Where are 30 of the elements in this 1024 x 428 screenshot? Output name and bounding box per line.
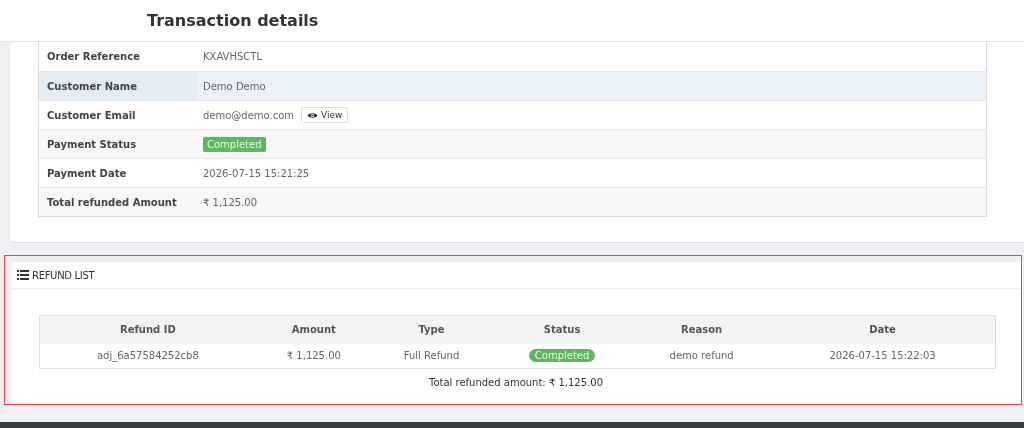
table-cell: Full Refund (403, 350, 460, 361)
field-label: Customer Email (47, 109, 136, 121)
list-icon (17, 270, 29, 280)
status-badge: Completed (203, 136, 266, 152)
field-value: 2026-07-15 15:21:25 (203, 167, 310, 179)
status-badge: Completed (528, 349, 596, 362)
column-header: Refund ID (39, 315, 256, 344)
field-value: KXAVHSCTL (203, 51, 262, 62)
field-label: Payment Status (47, 138, 137, 150)
table-cell: demo refund (669, 350, 734, 361)
field-label: Customer Name (47, 80, 137, 92)
field-label: Total refunded Amount (47, 196, 177, 208)
total-refunded-text: Total refunded amount: ₹ 1,125.00 (428, 376, 604, 388)
column-header: Type (371, 315, 492, 344)
column-header: Reason (633, 315, 771, 344)
table-cell: adj_6a57584252cb8 (96, 350, 199, 361)
field-value: demo@demo.com (203, 109, 295, 121)
table-cell: ₹ 1,125.00 (286, 350, 341, 361)
panel-title: REFUND LIST (32, 269, 95, 281)
table-cell: 2026-07-15 15:22:03 (829, 350, 936, 361)
field-value: Demo Demo (203, 80, 266, 92)
column-header: Date (770, 315, 996, 344)
field-value: ₹ 1,125.00 (203, 196, 258, 208)
view-button[interactable]: View (301, 107, 349, 123)
field-label: Payment Date (47, 167, 127, 179)
column-header: Status (491, 315, 634, 344)
field-label: Order Reference (47, 51, 140, 62)
page-title: Transaction details (147, 11, 319, 30)
eye-icon (307, 111, 319, 119)
column-header: Amount (255, 315, 372, 344)
